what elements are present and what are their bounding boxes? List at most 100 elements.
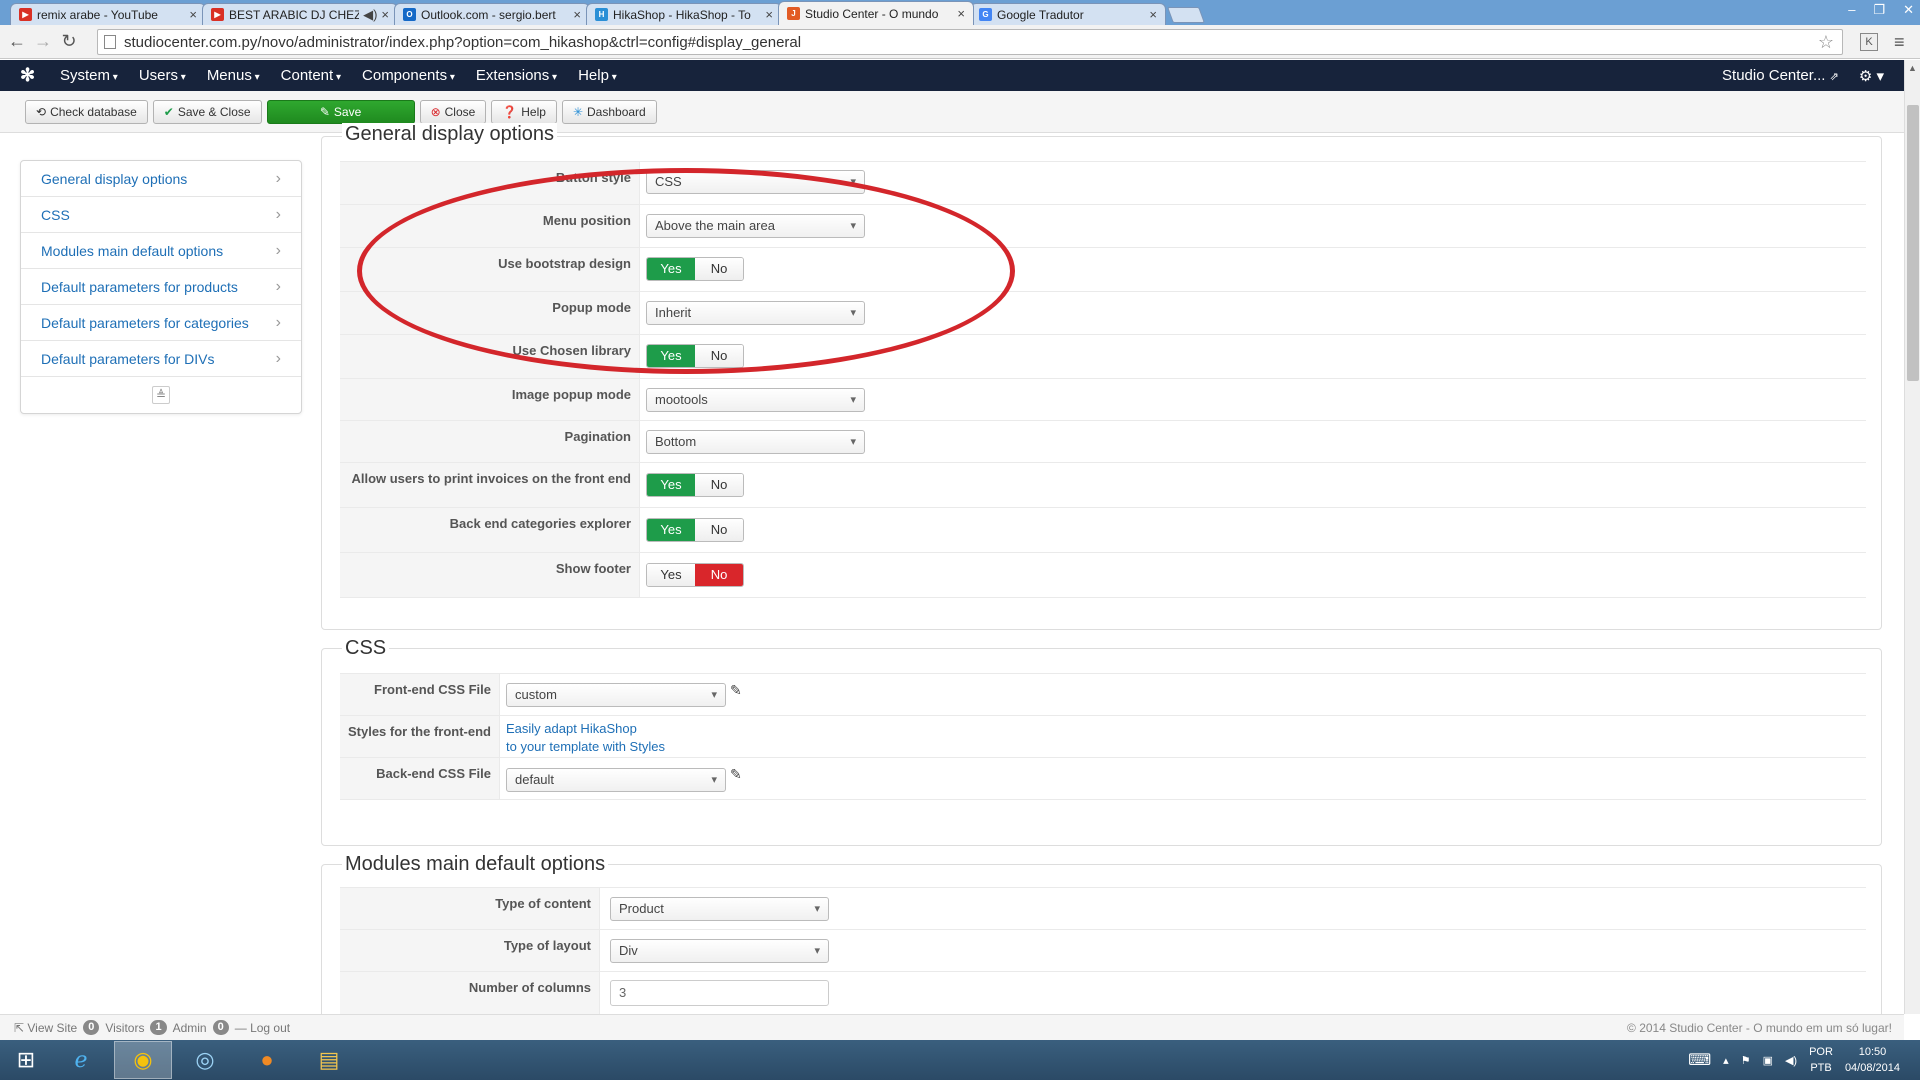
keyboard-icon[interactable]: ⌨ (1688, 1050, 1711, 1070)
close-tab-icon[interactable]: × (189, 7, 197, 22)
browser-tab[interactable]: O Outlook.com - sergio.bert × (394, 3, 590, 25)
menu-users[interactable]: Users (139, 67, 186, 84)
url-input[interactable]: studiocenter.com.py/novo/administrator/i… (97, 29, 1843, 55)
edit-icon: ✎ (319, 104, 330, 119)
dashboard-icon: ✳ (572, 104, 584, 119)
close-tab-icon[interactable]: × (765, 7, 773, 22)
extension-icon[interactable]: K (1860, 33, 1878, 51)
sidebar-item-products[interactable]: Default parameters for products › (21, 269, 301, 305)
file-explorer-icon[interactable]: ▤ (300, 1041, 358, 1079)
layout-type-select[interactable]: Div (610, 939, 829, 963)
close-tab-icon[interactable]: × (1149, 7, 1157, 22)
no-option[interactable]: No (695, 564, 743, 586)
row-image-popup: Image popup mode mootools (340, 379, 1866, 421)
content-type-select[interactable]: Product (610, 897, 829, 921)
check-database-button[interactable]: ⟲ Check database (25, 99, 148, 124)
save-button[interactable]: ✎ Save (266, 99, 415, 124)
youtube-icon: ▶ (211, 8, 224, 21)
forward-icon[interactable]: → (30, 31, 56, 52)
columns-input[interactable]: 3 (610, 980, 829, 1006)
image-popup-select[interactable]: mootools (646, 388, 865, 412)
edit-pencil-icon[interactable]: ✎ (730, 682, 742, 699)
scroll-thumb[interactable] (1907, 105, 1919, 381)
dashboard-button[interactable]: ✳ Dashboard (561, 99, 657, 124)
categories-explorer-toggle[interactable]: Yes No (646, 518, 744, 542)
new-tab-button[interactable] (1167, 7, 1205, 23)
css-fieldset: CSS Front-end CSS File custom ✎ Styles f… (321, 637, 1882, 846)
windows-start-icon[interactable]: ⊞ (0, 1040, 52, 1080)
restore-icon[interactable]: ❐ (1873, 2, 1885, 18)
save-close-button[interactable]: ✔ Save & Close (152, 99, 262, 124)
menu-help[interactable]: Help (578, 67, 617, 84)
no-option[interactable]: No (695, 519, 743, 541)
minimize-icon[interactable]: – (1848, 2, 1855, 18)
yes-option[interactable]: Yes (647, 564, 695, 586)
frontend-css-select[interactable]: custom (506, 683, 726, 707)
language-indicator[interactable]: POR PTB (1809, 1044, 1833, 1076)
reload-icon[interactable]: ↻ (56, 31, 82, 52)
chrome-icon[interactable]: ◉ (114, 1041, 172, 1079)
backend-css-select[interactable]: default (506, 768, 726, 792)
close-window-icon[interactable]: ✕ (1903, 2, 1914, 18)
volume-icon[interactable]: ◀) (1785, 1054, 1797, 1067)
print-invoices-toggle[interactable]: Yes No (646, 473, 744, 497)
sidebar-item-divs[interactable]: Default parameters for DIVs › (21, 341, 301, 377)
menu-menus[interactable]: Menus (207, 67, 260, 84)
view-site-link[interactable]: ⇱ View Site (14, 1021, 77, 1035)
vertical-scrollbar[interactable]: ▲ (1904, 60, 1920, 1014)
settings-gear-icon[interactable]: ⚙ ▾ (1859, 67, 1884, 85)
show-footer-toggle[interactable]: Yes No (646, 563, 744, 587)
safari-icon[interactable]: ◎ (176, 1041, 234, 1079)
edit-pencil-icon[interactable]: ✎ (730, 766, 742, 783)
close-tab-icon[interactable]: × (573, 7, 581, 22)
menu-extensions[interactable]: Extensions (476, 67, 557, 84)
close-button[interactable]: ⊗ Close (419, 99, 487, 124)
help-button[interactable]: ❓ Help (491, 99, 557, 124)
clock[interactable]: 10:50 04/08/2014 (1845, 1044, 1900, 1076)
close-tab-icon[interactable]: × (381, 7, 389, 22)
browser-tab[interactable]: H HikaShop - HikaShop - To × (586, 3, 782, 25)
internet-explorer-icon[interactable]: ℯ (52, 1041, 110, 1079)
sidebar-item-css[interactable]: CSS › (21, 197, 301, 233)
no-option[interactable]: No (695, 474, 743, 496)
browser-menu-icon[interactable]: ≡ (1894, 32, 1905, 53)
browser-tab[interactable]: G Google Tradutor × (970, 3, 1166, 25)
styles-link[interactable]: Easily adapt HikaShop to your template w… (506, 720, 665, 756)
row-backend-css: Back-end CSS File default ✎ (340, 758, 1866, 800)
menu-system[interactable]: System (60, 67, 118, 84)
firefox-icon[interactable]: ● (238, 1041, 296, 1079)
row-styles: Styles for the front-end Easily adapt Hi… (340, 716, 1866, 758)
menu-components[interactable]: Components (362, 67, 455, 84)
tray-arrow-icon[interactable]: ▴ (1723, 1054, 1729, 1067)
sidebar-item-general-display[interactable]: General display options › (21, 161, 301, 197)
sidebar-item-modules[interactable]: Modules main default options › (21, 233, 301, 269)
yes-option[interactable]: Yes (647, 474, 695, 496)
chevron-right-icon: › (275, 169, 281, 187)
sidebar-item-categories[interactable]: Default parameters for categories › (21, 305, 301, 341)
yes-option[interactable]: Yes (647, 519, 695, 541)
browser-tab[interactable]: ▶ BEST ARABIC DJ CHEZ ◀) × (202, 3, 398, 25)
close-tab-icon[interactable]: × (957, 6, 965, 21)
check-icon: ✔ (163, 104, 174, 119)
collapse-up-icon[interactable]: ≜ (152, 386, 170, 404)
bookmark-star-icon[interactable]: ☆ (1818, 32, 1834, 53)
joomla-logo-icon[interactable]: ✻ (20, 65, 50, 86)
menu-content[interactable]: Content (281, 67, 341, 84)
site-link[interactable]: Studio Center... ⇗ (1722, 67, 1839, 84)
section-legend: CSS (342, 637, 390, 660)
cancel-icon: ⊗ (430, 104, 441, 119)
translate-icon: G (979, 8, 992, 21)
network-icon[interactable]: ▣ (1763, 1054, 1773, 1067)
action-center-icon[interactable]: ⚑ (1741, 1054, 1751, 1067)
browser-tab-active[interactable]: J Studio Center - O mundo × (778, 1, 974, 25)
config-sidebar: General display options › CSS › Modules ma… (20, 160, 302, 414)
pagination-select[interactable]: Bottom (646, 430, 865, 454)
logout-link[interactable]: — Log out (235, 1021, 290, 1035)
row-categories-explorer: Back end categories explorer Yes No (340, 508, 1866, 553)
chevron-right-icon: › (275, 241, 281, 259)
scroll-up-icon[interactable]: ▲ (1905, 60, 1920, 76)
browser-tab[interactable]: ▶ remix arabe - YouTube × (10, 3, 206, 25)
back-icon[interactable]: ← (4, 31, 30, 52)
windows-taskbar: ⊞ ℯ ◉ ◎ ● ▤ ⌨ ▴ ⚑ ▣ ◀) POR PTB 10:50 04/… (0, 1040, 1920, 1080)
row-show-footer: Show footer Yes No (340, 553, 1866, 598)
